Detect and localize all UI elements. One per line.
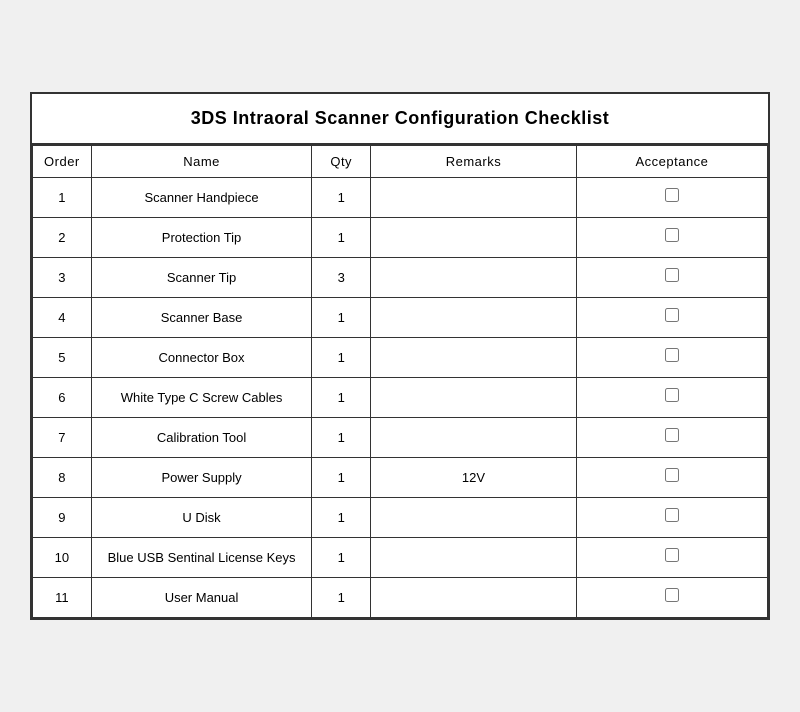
table-header-row: Order Name Qty Remarks Acceptance: [33, 146, 768, 178]
cell-order: 10: [33, 538, 92, 578]
cell-qty: 1: [312, 378, 371, 418]
header-order: Order: [33, 146, 92, 178]
cell-remarks: [371, 498, 577, 538]
cell-name: User Manual: [91, 578, 312, 618]
acceptance-checkbox[interactable]: [665, 268, 679, 282]
cell-acceptance[interactable]: [576, 258, 767, 298]
checklist-container: 3DS Intraoral Scanner Configuration Chec…: [30, 92, 770, 620]
cell-remarks: [371, 298, 577, 338]
cell-qty: 1: [312, 458, 371, 498]
cell-name: Calibration Tool: [91, 418, 312, 458]
table-row: 9U Disk1: [33, 498, 768, 538]
cell-qty: 1: [312, 338, 371, 378]
cell-name: Scanner Handpiece: [91, 178, 312, 218]
cell-qty: 1: [312, 578, 371, 618]
acceptance-checkbox[interactable]: [665, 348, 679, 362]
cell-order: 8: [33, 458, 92, 498]
table-row: 5Connector Box1: [33, 338, 768, 378]
cell-qty: 3: [312, 258, 371, 298]
cell-qty: 1: [312, 178, 371, 218]
cell-remarks: [371, 218, 577, 258]
acceptance-checkbox[interactable]: [665, 188, 679, 202]
table-row: 1Scanner Handpiece1: [33, 178, 768, 218]
cell-name: Connector Box: [91, 338, 312, 378]
cell-order: 5: [33, 338, 92, 378]
cell-name: Power Supply: [91, 458, 312, 498]
cell-qty: 1: [312, 498, 371, 538]
cell-remarks: [371, 538, 577, 578]
table-row: 7Calibration Tool1: [33, 418, 768, 458]
cell-order: 4: [33, 298, 92, 338]
cell-remarks: [371, 378, 577, 418]
cell-order: 9: [33, 498, 92, 538]
cell-qty: 1: [312, 298, 371, 338]
cell-acceptance[interactable]: [576, 418, 767, 458]
cell-order: 2: [33, 218, 92, 258]
cell-remarks: [371, 258, 577, 298]
cell-acceptance[interactable]: [576, 498, 767, 538]
cell-remarks: [371, 338, 577, 378]
cell-name: White Type C Screw Cables: [91, 378, 312, 418]
cell-qty: 1: [312, 418, 371, 458]
acceptance-checkbox[interactable]: [665, 388, 679, 402]
cell-order: 7: [33, 418, 92, 458]
cell-acceptance[interactable]: [576, 218, 767, 258]
cell-remarks: [371, 418, 577, 458]
acceptance-checkbox[interactable]: [665, 468, 679, 482]
cell-acceptance[interactable]: [576, 178, 767, 218]
checklist-table: Order Name Qty Remarks Acceptance 1Scann…: [32, 145, 768, 618]
header-acceptance: Acceptance: [576, 146, 767, 178]
header-qty: Qty: [312, 146, 371, 178]
acceptance-checkbox[interactable]: [665, 548, 679, 562]
table-row: 10Blue USB Sentinal License Keys1: [33, 538, 768, 578]
cell-acceptance[interactable]: [576, 338, 767, 378]
acceptance-checkbox[interactable]: [665, 508, 679, 522]
cell-acceptance[interactable]: [576, 378, 767, 418]
acceptance-checkbox[interactable]: [665, 228, 679, 242]
table-body: 1Scanner Handpiece12Protection Tip13Scan…: [33, 178, 768, 618]
table-row: 8Power Supply112V: [33, 458, 768, 498]
acceptance-checkbox[interactable]: [665, 428, 679, 442]
table-row: 2Protection Tip1: [33, 218, 768, 258]
page-title: 3DS Intraoral Scanner Configuration Chec…: [32, 94, 768, 145]
cell-remarks: [371, 178, 577, 218]
cell-name: Scanner Base: [91, 298, 312, 338]
cell-name: U Disk: [91, 498, 312, 538]
table-row: 11User Manual1: [33, 578, 768, 618]
cell-order: 6: [33, 378, 92, 418]
cell-order: 1: [33, 178, 92, 218]
cell-remarks: 12V: [371, 458, 577, 498]
cell-acceptance[interactable]: [576, 538, 767, 578]
cell-qty: 1: [312, 218, 371, 258]
cell-qty: 1: [312, 538, 371, 578]
cell-remarks: [371, 578, 577, 618]
cell-acceptance[interactable]: [576, 458, 767, 498]
table-row: 6White Type C Screw Cables1: [33, 378, 768, 418]
table-row: 4Scanner Base1: [33, 298, 768, 338]
header-remarks: Remarks: [371, 146, 577, 178]
cell-order: 3: [33, 258, 92, 298]
cell-name: Scanner Tip: [91, 258, 312, 298]
cell-acceptance[interactable]: [576, 298, 767, 338]
acceptance-checkbox[interactable]: [665, 308, 679, 322]
acceptance-checkbox[interactable]: [665, 588, 679, 602]
cell-name: Protection Tip: [91, 218, 312, 258]
cell-acceptance[interactable]: [576, 578, 767, 618]
table-row: 3Scanner Tip3: [33, 258, 768, 298]
cell-name: Blue USB Sentinal License Keys: [91, 538, 312, 578]
cell-order: 11: [33, 578, 92, 618]
header-name: Name: [91, 146, 312, 178]
